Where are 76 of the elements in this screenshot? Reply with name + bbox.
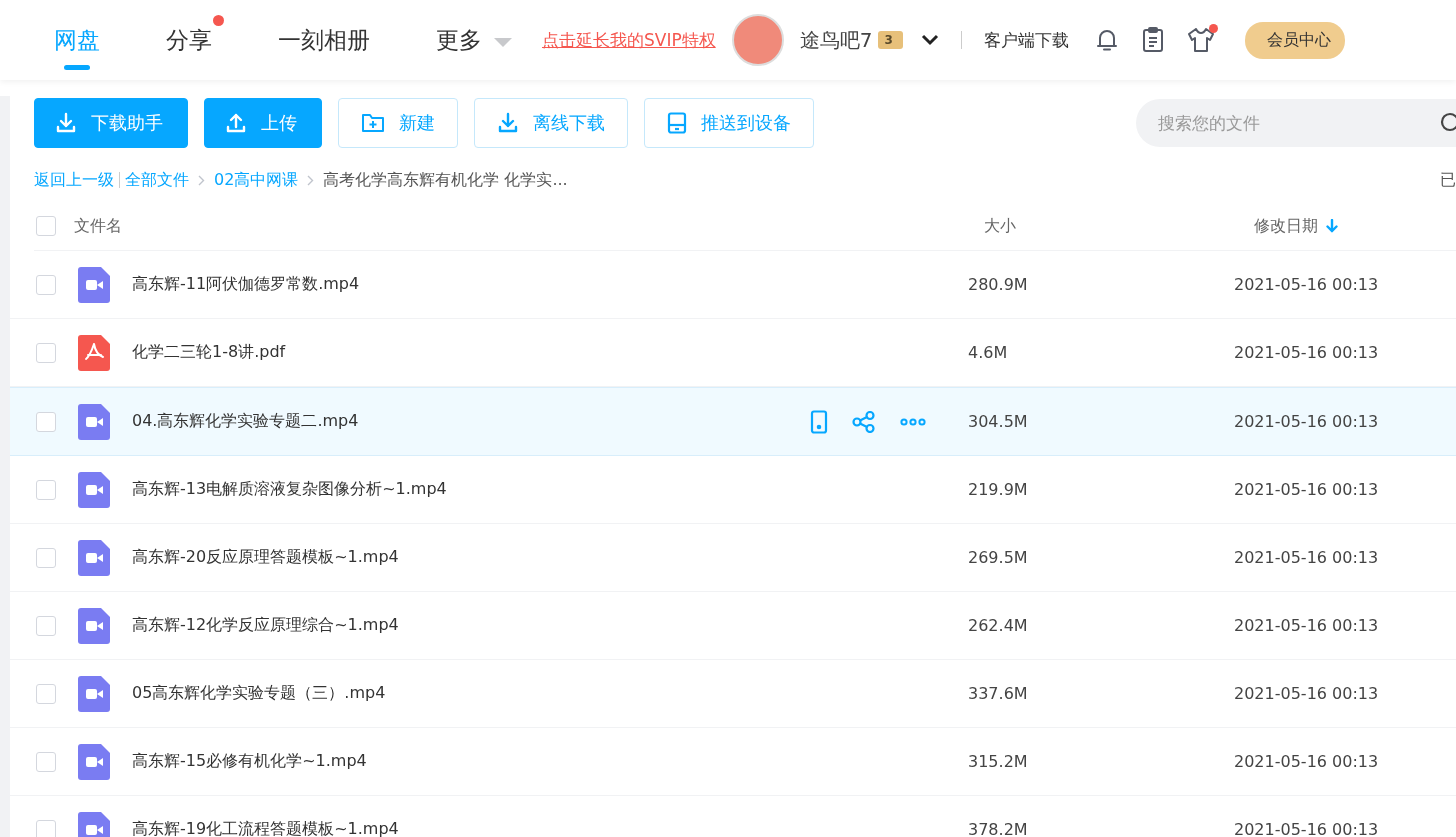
video-file-icon (78, 471, 110, 508)
nav-tab[interactable]: 更多 (436, 0, 512, 80)
file-name[interactable]: 高东辉-11阿伏伽德罗常数.mp4 (132, 274, 360, 293)
row-checkbox[interactable] (36, 479, 56, 500)
folder-plus-icon (361, 112, 385, 134)
dropdown-caret-icon (494, 37, 512, 47)
modified-date: 2021-05-16 00:13 (1234, 343, 1380, 362)
download-icon (497, 112, 519, 134)
row-checkbox[interactable] (36, 547, 56, 568)
level-badge: 3 (878, 31, 903, 49)
file-name[interactable]: 化学二三轮1-8讲.pdf (132, 342, 286, 361)
chevron-right-icon (198, 174, 205, 186)
file-size: 219.9M (968, 480, 1029, 499)
file-size: 280.9M (968, 275, 1029, 294)
avatar[interactable] (731, 14, 784, 66)
modified-date: 2021-05-16 00:13 (1234, 684, 1380, 703)
device-icon (667, 112, 687, 134)
nav-tab[interactable]: 分享 (166, 0, 212, 80)
modified-date: 2021-05-16 00:13 (1234, 616, 1380, 635)
file-size: 378.2M (968, 820, 1029, 837)
sort-arrow-icon[interactable] (1326, 219, 1338, 233)
file-name[interactable]: 高东辉-13电解质溶液复杂图像分析~1.mp4 (132, 479, 447, 498)
file-name[interactable]: 高东辉-20反应原理答题模板~1.mp4 (132, 547, 399, 566)
phone-icon[interactable] (810, 409, 828, 434)
video-file-icon (78, 266, 110, 303)
breadcrumb-current: 高考化学高东辉有机化学 化学实... (323, 169, 568, 191)
row-checkbox[interactable] (36, 751, 56, 772)
video-file-icon (78, 675, 110, 712)
modified-date: 2021-05-16 00:13 (1234, 820, 1380, 837)
file-name[interactable]: 04.高东辉化学实验专题二.mp4 (132, 411, 359, 430)
row-checkbox[interactable] (36, 342, 56, 363)
column-header[interactable]: 文件名 (74, 215, 122, 237)
user-name[interactable]: 途鸟吧7 (799, 26, 873, 54)
download-icon (55, 112, 77, 134)
modified-date: 2021-05-16 00:13 (1234, 275, 1380, 294)
member-center-button[interactable]: 会员中心 (1244, 21, 1345, 59)
modified-date: 2021-05-16 00:13 (1234, 480, 1380, 499)
clipboard-icon[interactable] (1140, 27, 1165, 53)
status-text: 已 (1440, 169, 1456, 191)
file-name[interactable]: 高东辉-15必修有机化学~1.mp4 (132, 751, 367, 770)
modified-date: 2021-05-16 00:13 (1234, 752, 1380, 771)
more-icon[interactable] (900, 417, 926, 426)
row-checkbox[interactable] (36, 274, 56, 295)
file-size: 337.6M (968, 684, 1029, 703)
search-field[interactable]: 搜索您的文件 (1136, 99, 1456, 147)
upload-icon (225, 112, 247, 134)
file-size: 262.4M (968, 616, 1029, 635)
file-size: 304.5M (968, 412, 1029, 431)
column-header[interactable]: 修改日期 (1254, 215, 1318, 237)
file-size: 269.5M (968, 548, 1029, 567)
column-header[interactable]: 大小 (984, 215, 1016, 235)
file-size: 315.2M (968, 752, 1029, 771)
search-icon[interactable] (1440, 112, 1456, 134)
video-file-icon (78, 403, 110, 440)
row-checkbox[interactable] (36, 819, 56, 837)
nav-tab[interactable]: 一刻相册 (278, 0, 370, 80)
row-checkbox[interactable] (36, 615, 56, 636)
file-name[interactable]: 高东辉-12化学反应原理综合~1.mp4 (132, 615, 399, 634)
chevron-down-icon[interactable] (920, 34, 939, 46)
row-checkbox[interactable] (36, 411, 56, 432)
chevron-right-icon (307, 174, 315, 186)
row-checkbox[interactable] (36, 683, 56, 704)
file-name[interactable]: 高东辉-19化工流程答题模板~1.mp4 (132, 819, 399, 837)
bell-icon[interactable] (1094, 27, 1119, 53)
select-all-checkbox[interactable] (36, 216, 56, 236)
video-file-icon (78, 743, 110, 780)
file-size: 4.6M (968, 343, 1009, 362)
modified-date: 2021-05-16 00:13 (1234, 548, 1380, 567)
shirt-icon[interactable] (1186, 27, 1215, 53)
share-icon[interactable] (852, 410, 876, 433)
pdf-file-icon (78, 334, 110, 371)
client-download-link[interactable]: 客户端下载 (983, 28, 1069, 52)
video-file-icon (78, 607, 110, 644)
modified-date: 2021-05-16 00:13 (1234, 412, 1380, 431)
video-file-icon (78, 539, 110, 576)
file-name[interactable]: 05高东辉化学实验专题（三）.mp4 (132, 683, 386, 702)
